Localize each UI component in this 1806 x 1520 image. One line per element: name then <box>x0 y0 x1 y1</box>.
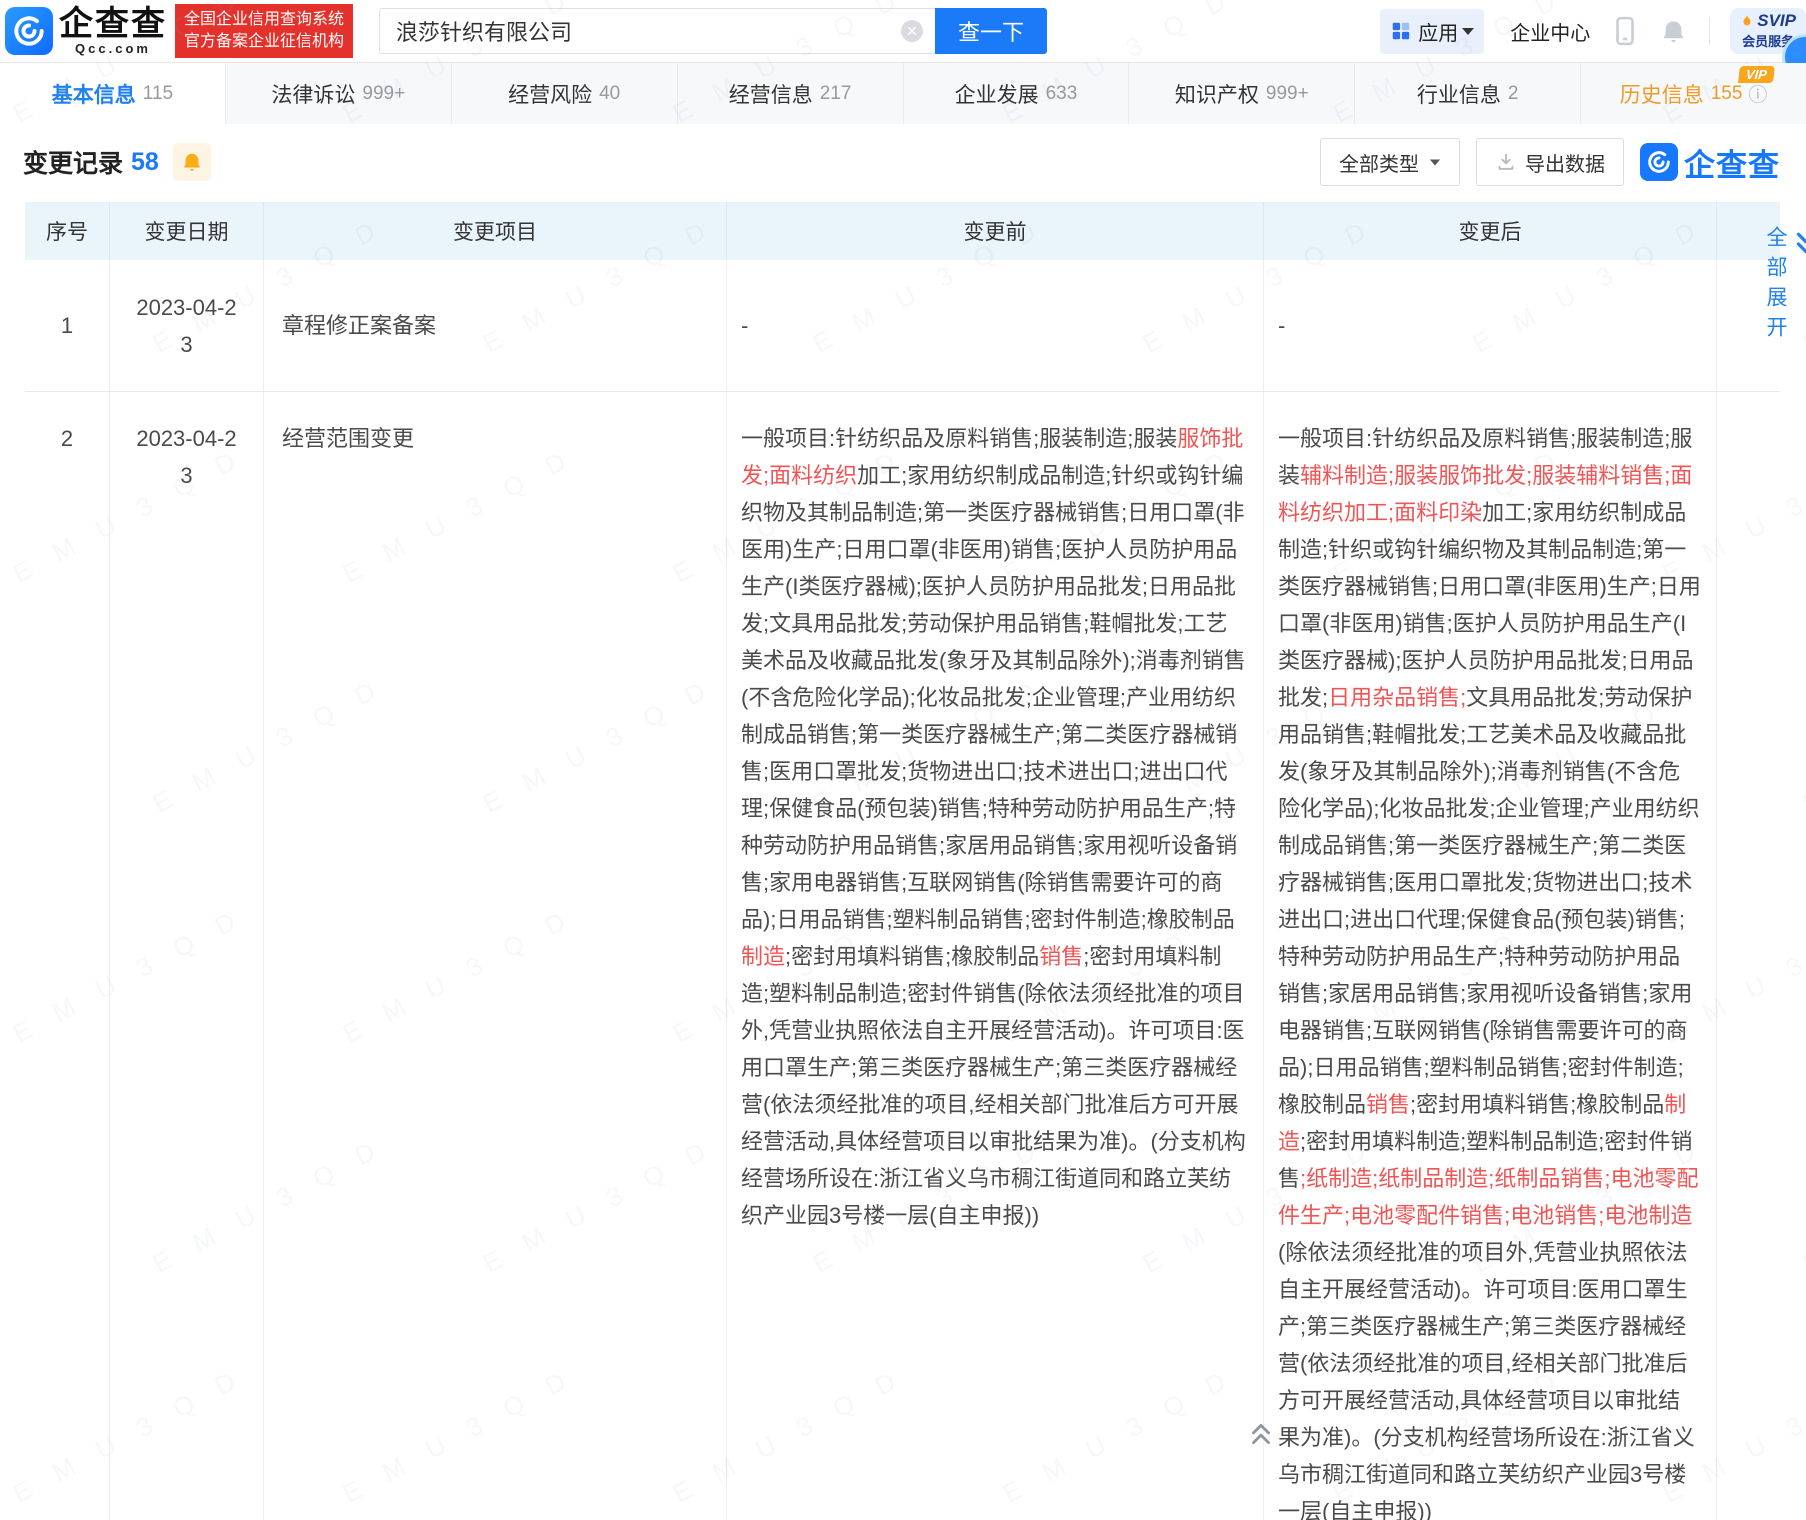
search-group: ✕ 查一下 <box>379 8 1047 54</box>
row-no: 2 <box>25 392 110 1520</box>
row-before: 一般项目:针纺织品及原料销售;服装制造;服装服饰批发;面料纺织加工;家用纺织制成… <box>727 392 1264 1520</box>
row-item: 经营范围变更 <box>264 392 727 1520</box>
vip-badge: VIP <box>1738 66 1775 83</box>
qcc-watermark-logo: 企查查 <box>1640 140 1780 185</box>
enterprise-center-link[interactable]: 企业中心 <box>1510 17 1590 46</box>
header-right: 应用 企业中心 SVIP <box>1380 0 1806 62</box>
qcc-logo-text: 企查查 Qcc.com <box>59 7 167 56</box>
notification-bell-icon[interactable] <box>1660 18 1687 45</box>
col-header-item: 变更项目 <box>264 202 727 260</box>
qcc-history-page: 企查查 Qcc.com 全国企业信用查询系统 官方备案企业征信机构 ✕ 查一下 <box>0 0 1806 1520</box>
header-divider <box>1709 17 1710 45</box>
section-toolbar: 全部类型 导出数据 企查查 <box>1304 138 1780 186</box>
apps-label: 应用 <box>1418 17 1458 46</box>
col-header-no: 序号 <box>25 202 110 260</box>
row-after: - <box>1264 260 1717 391</box>
expand-all-button[interactable]: 全部展开 <box>1760 226 1790 346</box>
section-title: 变更记录 <box>23 144 123 180</box>
tab-bar: 基本信息115 法律诉讼999+ 经营风险40 经营信息217 企业发展633 … <box>0 62 1806 124</box>
collapse-double-chevron-up-icon[interactable] <box>1248 1420 1274 1453</box>
tab-history-info[interactable]: VIP 历史信息155 ⓘ <box>1581 63 1806 124</box>
tab-industry-info[interactable]: 行业信息2 <box>1355 63 1581 124</box>
tab-basic-info[interactable]: 基本信息115 <box>0 63 226 124</box>
change-record-section-bar: 变更记录 58 全部类型 导出数据 <box>0 124 1806 200</box>
row-after: 一般项目:针纺织品及原料销售;服装制造;服装辅料制造;服装服饰批发;服装辅料销售… <box>1264 392 1717 1520</box>
flame-icon <box>1740 13 1754 29</box>
credential-badge: 全国企业信用查询系统 官方备案企业征信机构 <box>175 4 353 58</box>
row-expand-cell <box>1717 392 1780 1520</box>
double-chevron-down-icon[interactable] <box>1793 229 1806 264</box>
tab-operating-info[interactable]: 经营信息217 <box>678 63 904 124</box>
row-before: - <box>727 260 1264 391</box>
section-count: 58 <box>131 148 159 177</box>
mobile-phone-icon[interactable] <box>1612 16 1638 46</box>
subscribe-bell-button[interactable] <box>173 143 211 181</box>
table-header-row: 序号 变更日期 变更项目 变更前 变更后 <box>25 202 1780 260</box>
row-date: 2023-04-23 <box>110 392 264 1520</box>
qcc-logo[interactable]: 企查查 Qcc.com <box>5 7 167 56</box>
top-header: 企查查 Qcc.com 全国企业信用查询系统 官方备案企业征信机构 ✕ 查一下 <box>0 0 1806 62</box>
row-item: 章程修正案备案 <box>264 260 727 391</box>
chevron-down-icon <box>1430 159 1440 165</box>
orange-bell-icon <box>181 151 203 173</box>
chevron-down-icon <box>1462 28 1474 35</box>
tab-intellectual-property[interactable]: 知识产权999+ <box>1129 63 1355 124</box>
col-header-date: 变更日期 <box>110 202 264 260</box>
tab-enterprise-development[interactable]: 企业发展633 <box>904 63 1130 124</box>
search-button[interactable]: 查一下 <box>935 8 1047 54</box>
search-box: ✕ <box>379 8 935 54</box>
search-input[interactable] <box>396 18 876 44</box>
tab-operating-risk[interactable]: 经营风险40 <box>452 63 678 124</box>
download-icon <box>1495 151 1517 173</box>
clear-search-icon[interactable]: ✕ <box>901 20 923 42</box>
row-date: 2023-04-23 <box>110 260 264 391</box>
table-row: 1 2023-04-23 章程修正案备案 - - <box>25 260 1780 392</box>
apps-grid-icon <box>1390 20 1412 42</box>
tab-legal-litigation[interactable]: 法律诉讼999+ <box>226 63 452 124</box>
info-circle-icon[interactable]: ⓘ <box>1748 80 1767 107</box>
export-data-button[interactable]: 导出数据 <box>1476 138 1624 186</box>
filter-type-button[interactable]: 全部类型 <box>1320 138 1460 186</box>
apps-menu[interactable]: 应用 <box>1380 9 1484 54</box>
change-record-table: 序号 变更日期 变更项目 变更前 变更后 1 2023-04-23 章程修正案备… <box>25 202 1780 1520</box>
row-no: 1 <box>25 260 110 391</box>
col-header-after: 变更后 <box>1264 202 1717 260</box>
table-row: 2 2023-04-23 经营范围变更 一般项目:针纺织品及原料销售;服装制造;… <box>25 392 1780 1520</box>
col-header-before: 变更前 <box>727 202 1264 260</box>
qcc-logo-icon <box>5 7 53 55</box>
